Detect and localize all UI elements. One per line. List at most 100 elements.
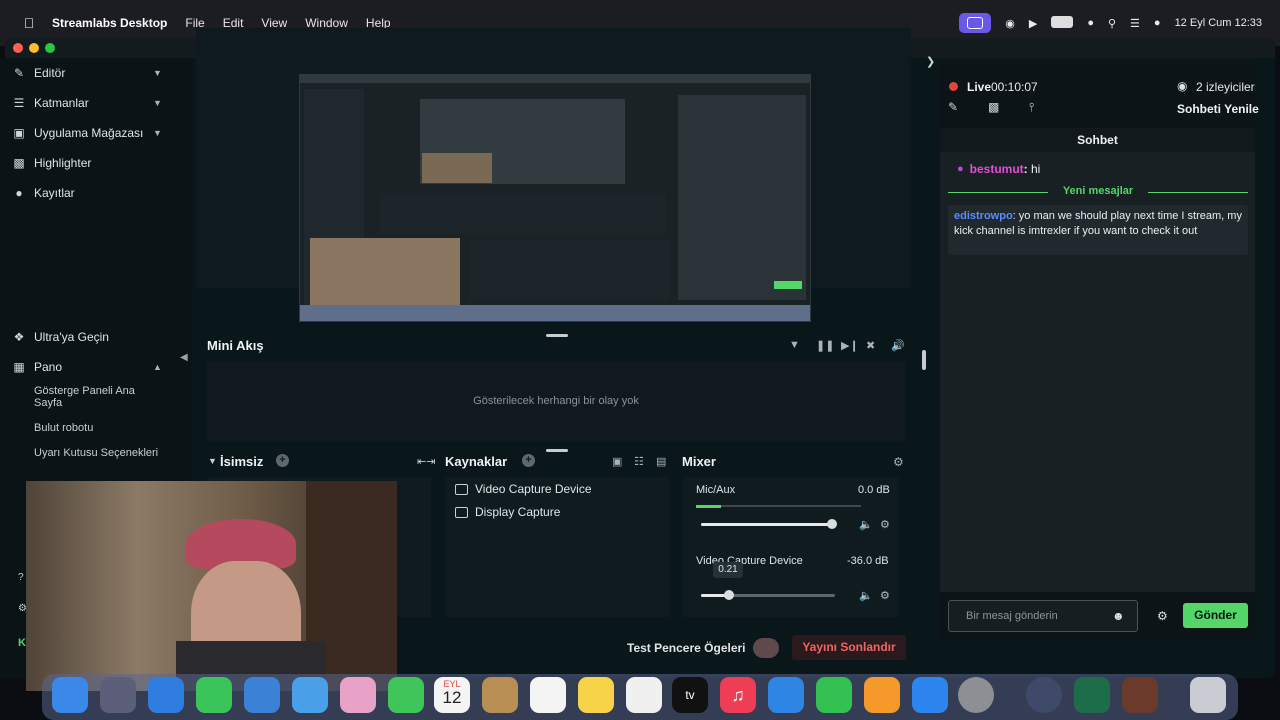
volume-icon[interactable]: 🔈 — [859, 518, 873, 531]
app-menu[interactable]: Streamlabs Desktop — [52, 16, 167, 30]
mixer-title: Mixer — [682, 454, 716, 469]
dock-numbers-icon[interactable] — [816, 677, 852, 713]
volume-slider[interactable] — [701, 519, 837, 529]
sidebar-item-dashboard[interactable]: ▦ Pano — [12, 360, 62, 374]
dock-streamlabs-icon[interactable] — [1074, 677, 1110, 713]
sidebar-subitem-cloudbot[interactable]: Bulut robotu — [34, 422, 164, 434]
test-widgets-button[interactable]: Test Pencere Ögeleri — [627, 641, 746, 655]
dock-tv-icon[interactable]: tv — [672, 677, 708, 713]
play-icon[interactable]: ▶ — [1029, 17, 1037, 30]
dock-reminders-icon[interactable] — [530, 677, 566, 713]
help-icon[interactable]: ? — [18, 572, 24, 583]
sidebar-item-recordings[interactable]: ● Kayıtlar — [12, 186, 75, 200]
dock-trash-icon[interactable] — [1190, 677, 1226, 713]
dock-quicktime-icon[interactable] — [1026, 677, 1062, 713]
dock-system-settings-icon[interactable] — [958, 677, 994, 713]
dock-maps-icon[interactable] — [292, 677, 328, 713]
screen-record-icon[interactable] — [959, 13, 992, 33]
clock[interactable]: 12 Eyl Cum 12:33 — [1175, 17, 1262, 29]
viewer-count: 2 izleyiciler — [1196, 80, 1255, 94]
dock-calendar-icon[interactable]: EYL 12 — [434, 677, 470, 713]
dock-mail-icon[interactable] — [244, 677, 280, 713]
gamepad-icon[interactable]: ◉ — [1005, 17, 1015, 30]
store-icon: ▣ — [13, 126, 25, 140]
dock-photos-icon[interactable] — [340, 677, 376, 713]
volume-icon[interactable]: 🔈 — [859, 589, 873, 602]
siri-icon[interactable]: ● — [1154, 17, 1161, 29]
pause-icon[interactable]: ❚❚ — [816, 339, 834, 352]
source-label: Display Capture — [475, 505, 561, 519]
emoji-icon[interactable]: ☻ — [1112, 609, 1125, 623]
sidebar-item-app-store[interactable]: ▣ Uygulama Mağazası — [12, 126, 143, 140]
sidebar-item-highlighter[interactable]: ▩ Highlighter — [12, 156, 91, 170]
dock-facetime-icon[interactable] — [388, 677, 424, 713]
dock-freeform-icon[interactable] — [626, 677, 662, 713]
chat-message-input[interactable]: Bir mesaj gönderin — [948, 600, 1138, 632]
dock-app-store-icon[interactable] — [912, 677, 948, 713]
wifi-icon[interactable]: ● — [1087, 17, 1094, 29]
dock-contacts-icon[interactable] — [482, 677, 518, 713]
dock-app-icon[interactable] — [1122, 677, 1158, 713]
scene-transition-icon[interactable]: ⇤⇥ — [417, 455, 435, 468]
sidebar-item-ultra[interactable]: ❖ Ultra'ya Geçin — [12, 330, 109, 344]
gear-icon[interactable]: ⚙ — [893, 455, 904, 469]
dock-music-icon[interactable]: ♫ — [720, 677, 756, 713]
pencil-icon[interactable]: ✎ — [948, 100, 958, 114]
end-stream-button[interactable]: Yayını Sonlandır — [792, 635, 906, 660]
volume-slider-handle[interactable] — [724, 590, 734, 600]
share-icon[interactable]: ⫯ — [1029, 100, 1034, 115]
mini-stream-title: Mini Akış — [207, 338, 264, 353]
scrollbar[interactable] — [922, 350, 926, 370]
source-group-icon[interactable]: ☷ — [634, 455, 644, 468]
source-item-display-capture[interactable]: Display Capture — [455, 505, 560, 519]
dock-keynote-icon[interactable] — [768, 677, 804, 713]
dock-finder-icon[interactable] — [52, 677, 88, 713]
sidebar-subitem-dashboard-home[interactable]: Gösterge Paneli Ana Sayfa — [34, 385, 164, 409]
sidebar-item-editor[interactable]: ✎ Editör — [12, 66, 65, 80]
gear-icon[interactable]: ⚙ — [880, 589, 890, 602]
chevron-down-icon[interactable]: ▼ — [208, 456, 217, 466]
skip-icon[interactable]: ▶❙ — [841, 339, 859, 352]
dock-safari-icon[interactable] — [148, 677, 184, 713]
filter-icon[interactable]: ▼ — [789, 339, 800, 351]
gear-icon[interactable]: ⚙ — [1157, 609, 1168, 623]
chevron-right-icon[interactable]: ❯ — [926, 55, 935, 68]
video-camera-icon[interactable]: ▩ — [988, 100, 999, 114]
resize-handle[interactable] — [546, 334, 568, 337]
chat-username[interactable]: edistrowpo — [954, 210, 1013, 222]
source-image-icon[interactable]: ▤ — [656, 455, 666, 468]
scenes-title[interactable]: İsimsiz — [220, 454, 263, 469]
refresh-chat-button[interactable]: Sohbeti Yenile — [1177, 102, 1259, 116]
volume-icon[interactable]: 🔊 — [891, 339, 905, 352]
chat-username[interactable]: bestumut — [970, 162, 1024, 176]
rec-toggle[interactable] — [753, 638, 779, 658]
gear-icon[interactable]: ⚙ — [880, 518, 890, 531]
search-icon[interactable]: ⚲ — [1108, 17, 1116, 30]
dock-pages-icon[interactable] — [864, 677, 900, 713]
source-item-video-capture[interactable]: Video Capture Device — [455, 482, 592, 496]
add-scene-icon[interactable]: + — [276, 454, 289, 467]
mute-alerts-icon[interactable]: ✖ — [866, 339, 875, 352]
volume-slider-handle[interactable] — [827, 519, 837, 529]
resize-handle[interactable] — [546, 449, 568, 452]
apple-icon[interactable]:  — [20, 14, 38, 32]
send-message-button[interactable]: Gönder — [1183, 603, 1248, 628]
battery-icon[interactable] — [1051, 15, 1074, 31]
dock-notes-icon[interactable] — [578, 677, 614, 713]
sidebar-item-label: Kayıtlar — [34, 186, 75, 200]
kick-logo-icon: K — [18, 637, 26, 649]
dock-launchpad-icon[interactable] — [100, 677, 136, 713]
sidebar-item-label: Pano — [34, 360, 63, 374]
source-folder-icon[interactable]: ▣ — [612, 455, 622, 468]
control-center-icon[interactable]: ☰ — [1130, 17, 1140, 30]
add-source-icon[interactable]: + — [522, 454, 535, 467]
sidebar-item-layers[interactable]: ☰ Katmanlar — [12, 96, 89, 110]
sidebar-item-label: Highlighter — [34, 156, 92, 170]
live-label: Live — [967, 80, 992, 94]
collapse-sidebar-icon[interactable]: ◀ — [180, 352, 188, 363]
sidebar-subitem-alertbox[interactable]: Uyarı Kutusu Seçenekleri — [34, 447, 164, 459]
dock-messages-icon[interactable] — [196, 677, 232, 713]
brush-icon: ✎ — [13, 66, 25, 80]
volume-slider[interactable] — [701, 590, 835, 600]
mixer-panel: Mic/Aux 0.0 dB 🔈 ⚙ Video Capture Device … — [683, 477, 899, 617]
